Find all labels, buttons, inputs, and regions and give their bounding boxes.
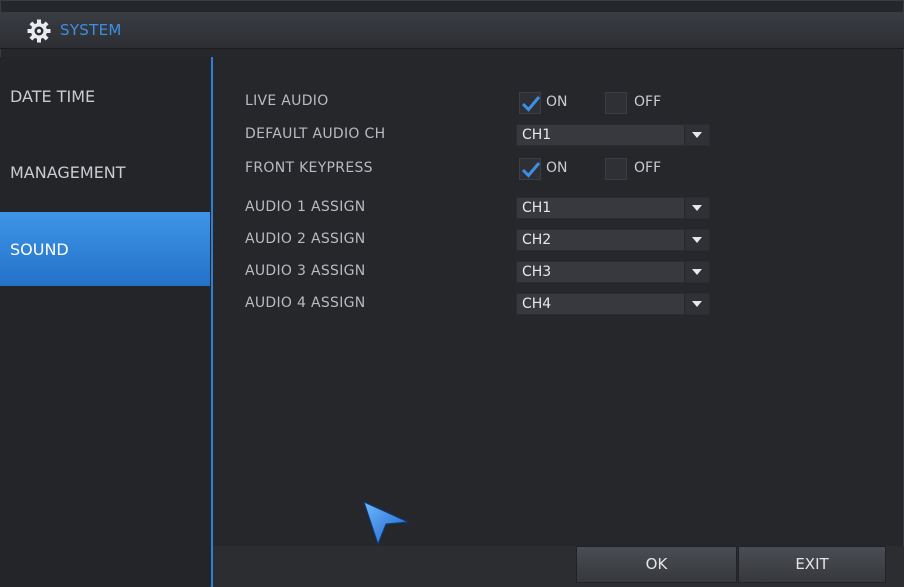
sidebar-item-date-time[interactable]: DATE TIME: [0, 83, 210, 157]
dropdown-value: CH1: [522, 127, 552, 143]
audio-2-assign-dropdown[interactable]: CH2: [516, 229, 710, 251]
chevron-down-icon: [684, 125, 709, 145]
title-bar: SYSTEM: [0, 12, 904, 49]
dropdown-value: CH2: [522, 232, 552, 248]
mouse-cursor-icon: [362, 500, 412, 550]
front-keypress-off-label: OFF: [634, 160, 662, 176]
sidebar-divider: [211, 57, 213, 587]
audio-3-assign-label: AUDIO 3 ASSIGN: [245, 263, 366, 279]
live-audio-label: LIVE AUDIO: [245, 93, 329, 109]
chevron-down-icon: [684, 230, 709, 250]
chevron-down-icon: [684, 262, 709, 282]
sidebar-item-label: DATE TIME: [10, 87, 96, 106]
audio-4-assign-dropdown[interactable]: CH4: [516, 293, 710, 315]
front-keypress-label: FRONT KEYPRESS: [245, 160, 373, 176]
front-keypress-off-checkbox[interactable]: [605, 158, 627, 180]
sidebar: DATE TIME MANAGEMENT SOUND: [0, 57, 210, 587]
live-audio-on-label: ON: [546, 94, 568, 110]
chevron-down-icon: [684, 294, 709, 314]
front-keypress-on-checkbox[interactable]: [519, 158, 541, 180]
audio-3-assign-dropdown[interactable]: CH3: [516, 261, 710, 283]
dropdown-value: CH3: [522, 264, 552, 280]
default-audio-ch-label: DEFAULT AUDIO CH: [245, 126, 386, 142]
gear-icon: [27, 19, 51, 43]
live-audio-on-checkbox[interactable]: [519, 92, 541, 114]
system-window: SYSTEM DATE TIME MANAGEMENT SOUND LIVE A…: [0, 0, 904, 587]
live-audio-off-checkbox[interactable]: [605, 92, 627, 114]
dropdown-value: CH4: [522, 296, 552, 312]
dropdown-value: CH1: [522, 200, 552, 216]
sidebar-item-sound[interactable]: SOUND: [0, 212, 210, 286]
audio-2-assign-label: AUDIO 2 ASSIGN: [245, 231, 366, 247]
exit-button[interactable]: EXIT: [738, 546, 886, 583]
ok-button[interactable]: OK: [576, 546, 737, 583]
front-keypress-on-label: ON: [546, 160, 568, 176]
audio-1-assign-label: AUDIO 1 ASSIGN: [245, 199, 366, 215]
default-audio-ch-dropdown[interactable]: CH1: [516, 124, 710, 146]
live-audio-off-label: OFF: [634, 94, 662, 110]
sidebar-item-management[interactable]: MANAGEMENT: [0, 147, 210, 221]
audio-4-assign-label: AUDIO 4 ASSIGN: [245, 295, 366, 311]
checkmark-icon: [521, 96, 541, 112]
checkmark-icon: [521, 162, 541, 178]
sidebar-item-label: SOUND: [10, 240, 69, 259]
audio-1-assign-dropdown[interactable]: CH1: [516, 197, 710, 219]
window-title: SYSTEM: [60, 21, 122, 39]
chevron-down-icon: [684, 198, 709, 218]
sidebar-item-label: MANAGEMENT: [10, 163, 126, 182]
